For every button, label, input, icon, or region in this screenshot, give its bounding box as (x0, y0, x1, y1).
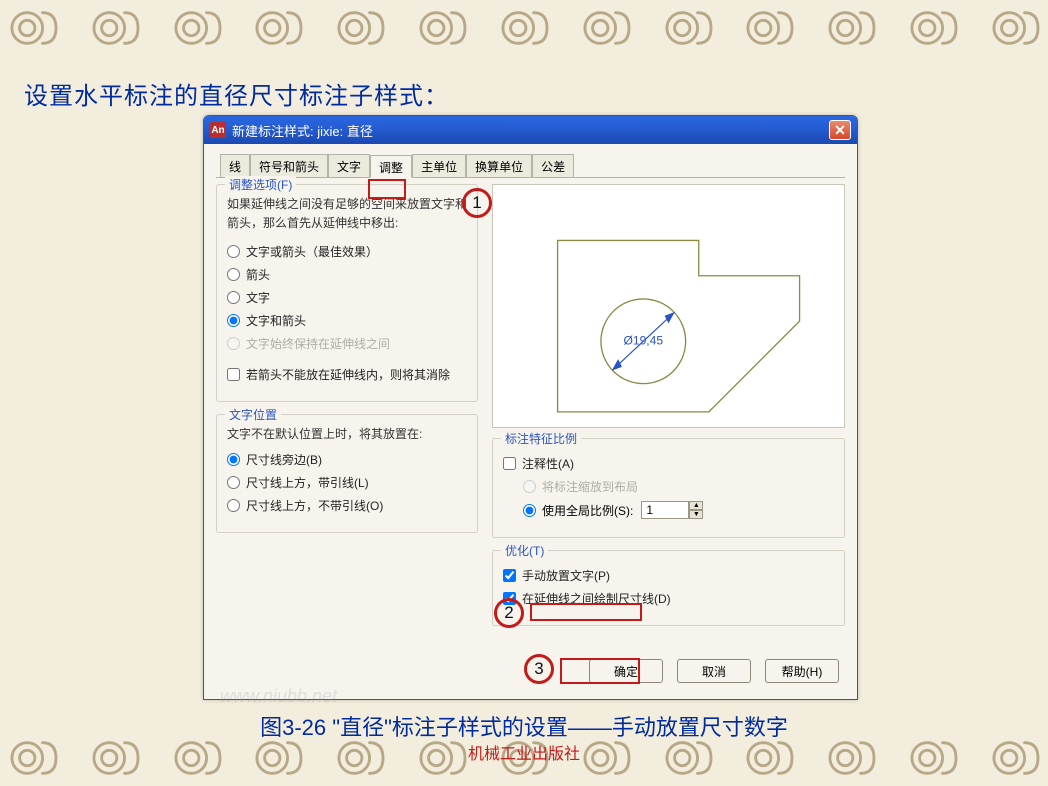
ornament-icon (822, 5, 880, 51)
suppress-arrows-checkbox[interactable] (227, 368, 240, 381)
legend-optimize: 优化(T) (501, 542, 548, 559)
fit-radio-2[interactable] (227, 291, 240, 304)
fit-radio-row-1[interactable]: 箭头 (227, 266, 467, 283)
text-placement-row-0[interactable]: 尺寸线旁边(B) (227, 451, 467, 468)
figure-caption: 图3-26 "直径"标注子样式的设置——手动放置尺寸数字 (0, 710, 1048, 742)
global-scale-radio[interactable] (523, 504, 536, 517)
fieldset-fit-options: 调整选项(F) 如果延伸线之间没有足够的空间来放置文字和箭头，那么首先从延伸线中… (216, 184, 478, 402)
ornament-icon (4, 5, 62, 51)
manual-text-label: 手动放置文字(P) (522, 567, 610, 584)
legend-scale: 标注特征比例 (501, 430, 581, 447)
text-placement-radio-1[interactable] (227, 476, 240, 489)
ornament-icon (249, 5, 307, 51)
tab-strip: 线符号和箭头文字调整主单位换算单位公差 (216, 154, 845, 178)
suppress-arrows-check[interactable]: 若箭头不能放在延伸线内，则将其消除 (227, 366, 467, 383)
fit-radio-3[interactable] (227, 314, 240, 327)
text-placement-radio-2[interactable] (227, 499, 240, 512)
app-icon: An (210, 122, 226, 138)
annotative-label: 注释性(A) (522, 455, 574, 472)
spin-up-icon[interactable]: ▲ (689, 501, 703, 510)
fit-radio-row-4: 文字始终保持在延伸线之间 (227, 335, 467, 352)
fit-radio-group: 文字或箭头（最佳效果） 箭头文字文字和箭头文字始终保持在延伸线之间 (227, 243, 467, 352)
dialog-new-dim-style: An 新建标注样式: jixie: 直径 ✕ 线符号和箭头文字调整主单位换算单位… (203, 115, 858, 700)
publisher: 机械工业出版社 (0, 740, 1048, 764)
draw-dim-line-label: 在延伸线之间绘制尺寸线(D) (522, 590, 671, 607)
fieldset-text-placement: 文字位置 文字不在默认位置上时，将其放置在: 尺寸线旁边(B)尺寸线上方，带引线… (216, 414, 478, 532)
scale-to-layout-radio[interactable] (523, 480, 536, 493)
ornament-icon (413, 5, 471, 51)
text-placement-label-2: 尺寸线上方，不带引线(O) (246, 497, 383, 514)
fit-radio-label-4: 文字始终保持在延伸线之间 (246, 335, 390, 352)
fit-radio-label-2: 文字 (246, 289, 270, 306)
tab-4[interactable]: 主单位 (412, 154, 466, 177)
draw-dim-line-check[interactable]: 在延伸线之间绘制尺寸线(D) (503, 590, 834, 607)
cancel-button[interactable]: 取消 (677, 659, 751, 683)
fieldset-optimize: 优化(T) 手动放置文字(P) 在延伸线之间绘制尺寸线(D) (492, 550, 845, 626)
global-scale-input[interactable] (641, 501, 689, 519)
fit-description: 如果延伸线之间没有足够的空间来放置文字和箭头，那么首先从延伸线中移出: (227, 195, 467, 233)
text-placement-description: 文字不在默认位置上时，将其放置在: (227, 425, 467, 444)
manual-text-check[interactable]: 手动放置文字(P) (503, 567, 834, 584)
tab-2[interactable]: 文字 (328, 154, 370, 177)
manual-text-checkbox[interactable] (503, 569, 516, 582)
legend-text-placement: 文字位置 (225, 406, 281, 423)
scale-to-layout-label: 将标注缩放到布局 (542, 478, 638, 495)
annotative-check[interactable]: 注释性(A) (503, 455, 834, 472)
text-placement-label-0: 尺寸线旁边(B) (246, 451, 322, 468)
fit-radio-label-1: 箭头 (246, 266, 270, 283)
tab-3[interactable]: 调整 (370, 155, 412, 178)
ornament-icon (168, 5, 226, 51)
ornament-icon (659, 5, 717, 51)
fit-radio-0[interactable] (227, 245, 240, 258)
fieldset-scale: 标注特征比例 注释性(A) 将标注缩放到布局 使用全局比例(S): (492, 438, 845, 538)
draw-dim-line-checkbox[interactable] (503, 592, 516, 605)
fit-radio-row-0[interactable]: 文字或箭头（最佳效果） (227, 243, 467, 260)
tab-6[interactable]: 公差 (532, 154, 574, 177)
fit-radio-1[interactable] (227, 268, 240, 281)
tab-0[interactable]: 线 (220, 154, 250, 177)
annotative-checkbox[interactable] (503, 457, 516, 470)
tab-1[interactable]: 符号和箭头 (250, 154, 328, 177)
dialog-body: 线符号和箭头文字调整主单位换算单位公差 调整选项(F) 如果延伸线之间没有足够的… (204, 144, 857, 699)
red-marker-3: 3 (524, 654, 554, 684)
legend-fit: 调整选项(F) (225, 176, 296, 193)
preview-pane: Ø19,45 (492, 184, 845, 428)
preview-dim-text: Ø19,45 (623, 333, 663, 347)
dialog-title: 新建标注样式: jixie: 直径 (232, 121, 829, 140)
ok-button[interactable]: 确定 (589, 659, 663, 683)
fit-radio-label-3: 文字和箭头 (246, 312, 306, 329)
page-title: 设置水平标注的直径尺寸标注子样式： (24, 76, 449, 111)
text-placement-label-1: 尺寸线上方，带引线(L) (246, 474, 369, 491)
global-scale-spinner[interactable]: ▲ ▼ (641, 501, 703, 519)
fit-radio-row-2[interactable]: 文字 (227, 289, 467, 306)
titlebar: An 新建标注样式: jixie: 直径 ✕ (204, 116, 857, 144)
ornament-icon (740, 5, 798, 51)
ornament-icon (577, 5, 635, 51)
ornament-icon (86, 5, 144, 51)
ornament-icon (331, 5, 389, 51)
fit-radio-label-0: 文字或箭头（最佳效果） (246, 243, 378, 260)
fit-radio-4 (227, 337, 240, 350)
suppress-arrows-label: 若箭头不能放在延伸线内，则将其消除 (246, 366, 450, 383)
close-button[interactable]: ✕ (829, 120, 851, 140)
global-scale-label: 使用全局比例(S): (542, 502, 633, 519)
global-scale-row[interactable]: 使用全局比例(S): ▲ ▼ (523, 501, 834, 519)
text-placement-radio-0[interactable] (227, 453, 240, 466)
fit-radio-row-3[interactable]: 文字和箭头 (227, 312, 467, 329)
text-placement-row-1[interactable]: 尺寸线上方，带引线(L) (227, 474, 467, 491)
dialog-buttons: 确定 取消 帮助(H) (589, 659, 839, 683)
text-placement-radio-group: 尺寸线旁边(B) 尺寸线上方，带引线(L) 尺寸线上方，不带引线(O) (227, 451, 467, 514)
ornament-icon (495, 5, 553, 51)
spin-down-icon[interactable]: ▼ (689, 510, 703, 519)
tab-5[interactable]: 换算单位 (466, 154, 532, 177)
text-placement-row-2[interactable]: 尺寸线上方，不带引线(O) (227, 497, 467, 514)
ornament-icon (904, 5, 962, 51)
help-button[interactable]: 帮助(H) (765, 659, 839, 683)
ornament-icon (986, 5, 1044, 51)
ornament-top (0, 0, 1048, 56)
scale-to-layout-row[interactable]: 将标注缩放到布局 (523, 478, 834, 495)
